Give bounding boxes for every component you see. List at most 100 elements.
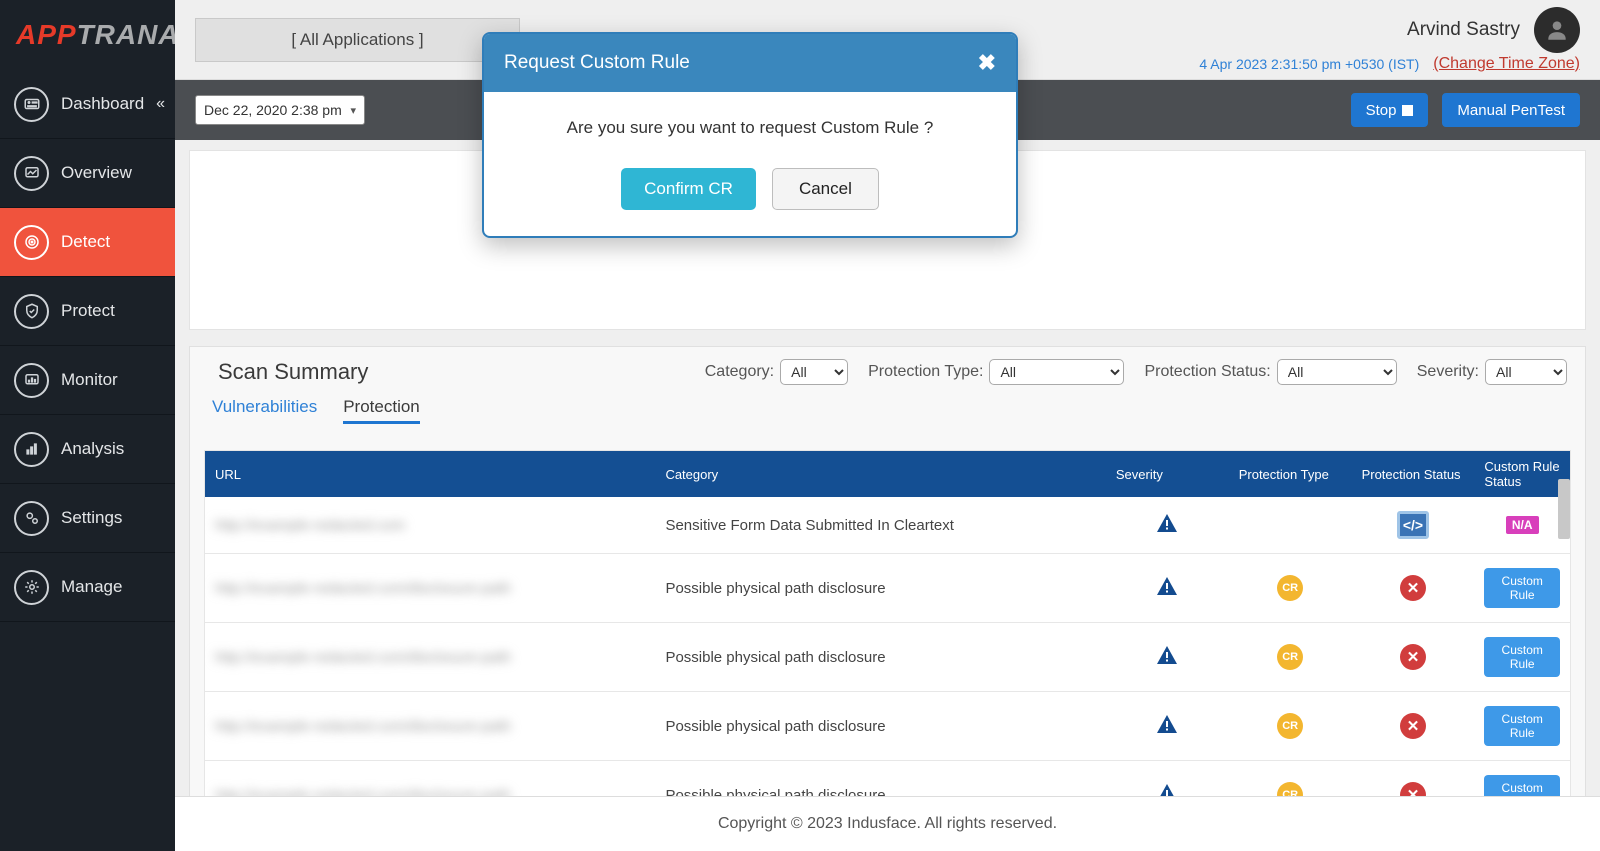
scan-summary-title: Scan Summary — [208, 359, 368, 385]
cr-badge-icon: CR — [1277, 575, 1303, 601]
row-category: Possible physical path disclosure — [655, 692, 1105, 761]
confirm-cr-button[interactable]: Confirm CR — [621, 168, 756, 210]
filter-pt-select[interactable]: All — [989, 359, 1124, 385]
chevron-left-double-icon: « — [156, 95, 165, 113]
filter-pt-label: Protection Type: — [868, 363, 983, 381]
row-custom-rule-status: Custom Rule — [1474, 623, 1570, 692]
row-protection-status: ✕ — [1352, 692, 1475, 761]
date-select[interactable]: Dec 22, 2020 2:38 pm ▾ — [195, 95, 365, 125]
cr-badge-icon: CR — [1277, 644, 1303, 670]
user-icon — [1544, 17, 1570, 43]
col-crs: Custom Rule Status — [1474, 451, 1570, 497]
x-circle-icon: ✕ — [1400, 644, 1426, 670]
modal-header: Request Custom Rule ✖ — [484, 34, 1016, 92]
col-severity: Severity — [1106, 451, 1229, 497]
manual-pentest-button[interactable]: Manual PenTest — [1442, 93, 1580, 127]
filter-severity-label: Severity: — [1417, 363, 1479, 381]
table-header-row: URL Category Severity Protection Type Pr… — [205, 451, 1570, 497]
detect-icon — [14, 225, 49, 260]
modal-body: Are you sure you want to request Custom … — [484, 92, 1016, 146]
sidebar-item-label: Dashboard — [61, 94, 144, 114]
row-url: http://example-redacted.com — [215, 517, 405, 534]
protect-icon — [14, 294, 49, 329]
row-category: Possible physical path disclosure — [655, 761, 1105, 797]
row-custom-rule-status: Custom Rule — [1474, 761, 1570, 797]
protection-table: URL Category Severity Protection Type Pr… — [204, 450, 1571, 796]
filter-category-select[interactable]: All — [780, 359, 848, 385]
filter-ps-select[interactable]: All — [1277, 359, 1397, 385]
x-circle-icon: ✕ — [1400, 575, 1426, 601]
sidebar-item-protect[interactable]: Protect — [0, 277, 175, 346]
sidebar-item-label: Settings — [61, 508, 122, 528]
custom-rule-button[interactable]: Custom Rule — [1484, 706, 1560, 746]
cr-badge-icon: CR — [1277, 713, 1303, 739]
filter-category-label: Category: — [705, 363, 774, 381]
stop-button-label: Stop — [1366, 102, 1397, 119]
row-protection-status: ✕ — [1352, 623, 1475, 692]
row-protection-status: ✕ — [1352, 761, 1475, 797]
col-category: Category — [655, 451, 1105, 497]
modal-actions: Confirm CR Cancel — [484, 146, 1016, 236]
sidebar-item-analysis[interactable]: Analysis — [0, 415, 175, 484]
row-custom-rule-status: N/A — [1474, 497, 1570, 554]
sidebar-item-detect[interactable]: Detect — [0, 208, 175, 277]
tab-protection[interactable]: Protection — [343, 397, 420, 424]
brand-part2: TRANA — [77, 19, 180, 51]
manage-icon — [14, 570, 49, 605]
table-row: http://example-redacted.com/disclosure-p… — [205, 623, 1570, 692]
brand-part1: APP — [16, 19, 77, 51]
modal-message: Are you sure you want to request Custom … — [567, 118, 934, 137]
row-protection-status: ✕ — [1352, 554, 1475, 623]
row-category: Sensitive Form Data Submitted In Clearte… — [655, 497, 1105, 554]
filter-protection-status: Protection Status: All — [1144, 359, 1396, 385]
row-protection-type: CR — [1229, 761, 1352, 797]
user-name: Arvind Sastry — [1407, 19, 1520, 41]
manual-pentest-label: Manual PenTest — [1457, 102, 1565, 119]
sidebar-item-settings[interactable]: Settings — [0, 484, 175, 553]
row-protection-type: CR — [1229, 692, 1352, 761]
custom-rule-button[interactable]: Custom Rule — [1484, 775, 1560, 796]
sidebar-item-monitor[interactable]: Monitor — [0, 346, 175, 415]
col-url: URL — [205, 451, 655, 497]
sidebar-item-label: Monitor — [61, 370, 118, 390]
dashboard-icon — [14, 87, 49, 122]
row-protection-type: CR — [1229, 623, 1352, 692]
application-selector-label: [ All Applications ] — [291, 30, 423, 50]
filter-protection-type: Protection Type: All — [868, 359, 1124, 385]
brand-logo: APPTRANA — [0, 0, 175, 70]
sidebar-item-overview[interactable]: Overview — [0, 139, 175, 208]
sidebar-item-label: Manage — [61, 577, 122, 597]
sidebar-item-label: Detect — [61, 232, 110, 252]
row-severity — [1106, 692, 1229, 761]
sidebar-item-manage[interactable]: Manage — [0, 553, 175, 622]
scan-summary-panel: Scan Summary Category: All Protection Ty… — [189, 346, 1586, 796]
cancel-button[interactable]: Cancel — [772, 168, 879, 210]
application-selector[interactable]: [ All Applications ] — [195, 18, 520, 62]
filter-severity-select[interactable]: All — [1485, 359, 1567, 385]
date-select-value: Dec 22, 2020 2:38 pm — [204, 102, 342, 118]
row-category: Possible physical path disclosure — [655, 623, 1105, 692]
sidebar-item-dashboard[interactable]: Dashboard « — [0, 70, 175, 139]
header-timestamp: 4 Apr 2023 2:31:50 pm +0530 (IST) — [1199, 56, 1419, 72]
monitor-icon — [14, 363, 49, 398]
col-pt: Protection Type — [1229, 451, 1352, 497]
table-row: http://example-redacted.com Sensitive For… — [205, 497, 1570, 554]
chevron-down-icon: ▾ — [350, 104, 356, 117]
row-url: http://example-redacted.com/disclosure-p… — [215, 718, 511, 735]
col-ps: Protection Status — [1352, 451, 1475, 497]
stop-button[interactable]: Stop — [1351, 93, 1429, 127]
x-circle-icon: ✕ — [1400, 713, 1426, 739]
custom-rule-button[interactable]: Custom Rule — [1484, 637, 1560, 677]
custom-rule-button[interactable]: Custom Rule — [1484, 568, 1560, 608]
na-badge: N/A — [1506, 516, 1539, 534]
table-row: http://example-redacted.com/disclosure-p… — [205, 761, 1570, 797]
tab-vulnerabilities[interactable]: Vulnerabilities — [212, 397, 317, 424]
filter-ps-label: Protection Status: — [1144, 363, 1270, 381]
filter-severity: Severity: All — [1417, 359, 1567, 385]
change-timezone-link[interactable]: (Change Time Zone) — [1433, 55, 1580, 73]
row-custom-rule-status: Custom Rule — [1474, 554, 1570, 623]
avatar[interactable] — [1534, 7, 1580, 53]
overview-icon — [14, 156, 49, 191]
modal-close-button[interactable]: ✖ — [978, 50, 996, 76]
scrollbar-thumb[interactable] — [1558, 479, 1570, 539]
